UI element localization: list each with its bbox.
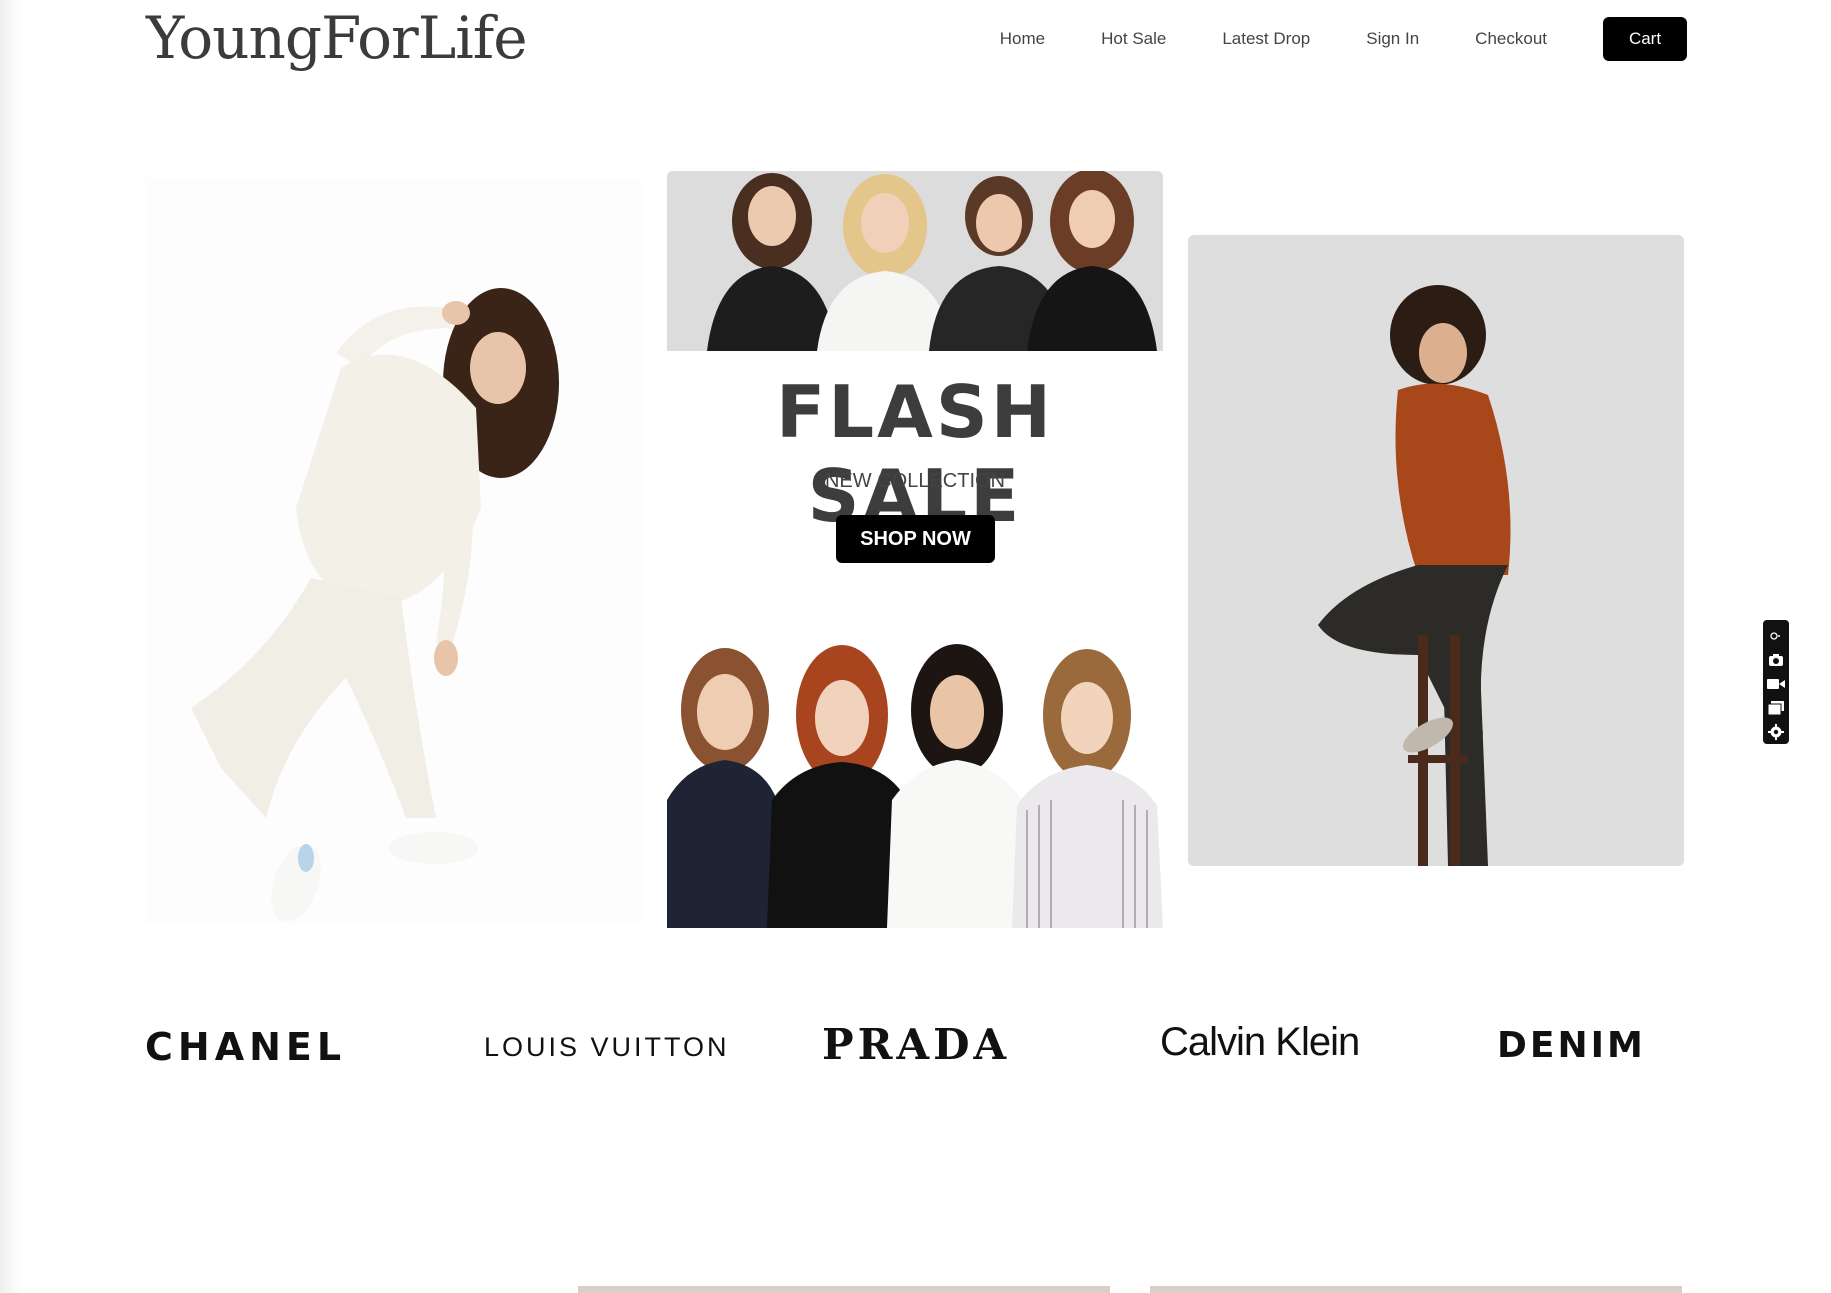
camera-icon[interactable] [1767, 652, 1785, 668]
next-section-heading-partial [146, 1272, 446, 1293]
screen-recorder-widget [1763, 620, 1789, 744]
video-icon[interactable] [1767, 676, 1785, 692]
window-icon[interactable] [1767, 700, 1785, 716]
cart-button[interactable]: Cart [1603, 17, 1687, 61]
new-collection-subtitle: NEW COLLECTION [824, 470, 1006, 492]
nav-hot-sale[interactable]: Hot Sale [1101, 29, 1166, 49]
hero-image-group-top [667, 171, 1163, 351]
link-icon[interactable] [1767, 628, 1785, 644]
gear-icon[interactable] [1767, 724, 1785, 740]
nav-checkout[interactable]: Checkout [1475, 29, 1547, 49]
brand-denim[interactable]: DENIM [1497, 1025, 1646, 1066]
group-four-women-illustration [667, 171, 1163, 351]
brand-calvin-klein[interactable]: Calvin Klein [1160, 1020, 1360, 1065]
brand-chanel[interactable]: CHANEL [145, 1025, 346, 1069]
brand-louis-vuitton[interactable]: LOUIS VUITTON [484, 1032, 730, 1063]
hero-image-woman-white-outfit [146, 178, 642, 924]
hero-image-man-orange-sweater [1188, 235, 1684, 866]
hero-image-group-bottom [667, 640, 1163, 928]
next-section-image-2-partial [1150, 1286, 1682, 1293]
shop-now-button[interactable]: SHOP NOW [836, 515, 995, 563]
next-section-image-1-partial [578, 1286, 1110, 1293]
main-nav: Home Hot Sale Latest Drop Sign In Checko… [1000, 17, 1687, 61]
nav-latest-drop[interactable]: Latest Drop [1222, 29, 1310, 49]
site-header: YoungForLife Home Hot Sale Latest Drop S… [146, 0, 1687, 80]
nav-sign-in[interactable]: Sign In [1366, 29, 1419, 49]
nav-home[interactable]: Home [1000, 29, 1045, 49]
brand-prada[interactable]: PRADA [822, 1020, 1010, 1069]
site-logo[interactable]: YoungForLife [146, 4, 528, 72]
woman-white-outfit-illustration [191, 288, 559, 922]
flash-sale-title: FLASH SALE [776, 370, 1054, 538]
page-edge-shadow [0, 0, 22, 1293]
man-on-stool-illustration [1188, 235, 1684, 866]
four-women-portrait-illustration [667, 640, 1163, 928]
